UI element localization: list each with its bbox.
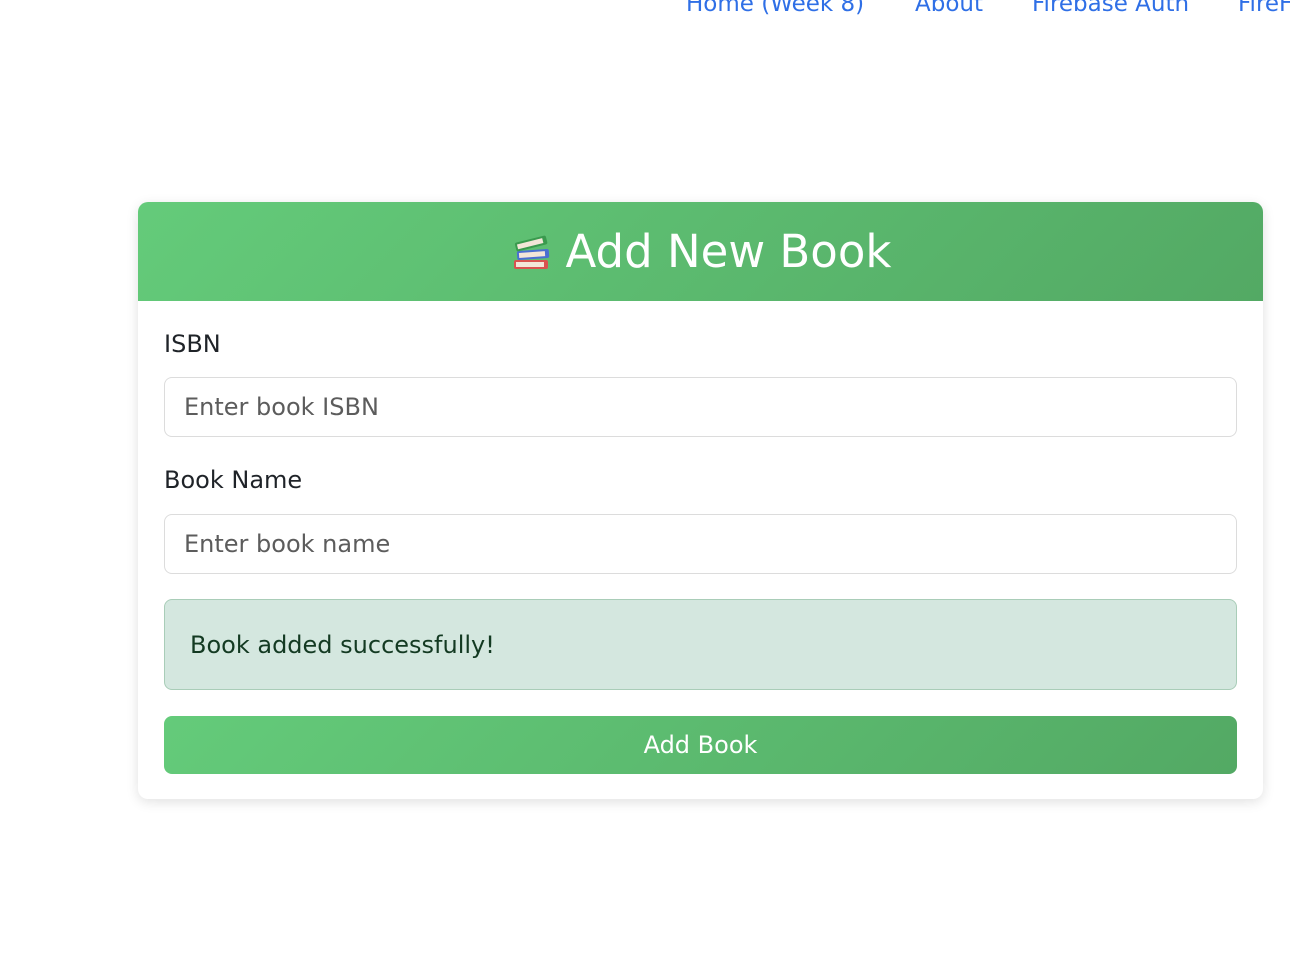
nav-link-firestore[interactable]: FireF bbox=[1238, 0, 1290, 17]
book-name-label: Book Name bbox=[164, 466, 303, 494]
success-alert: Book added successfully! bbox=[164, 599, 1237, 690]
nav-link-home[interactable]: Home (Week 8) bbox=[686, 0, 864, 17]
add-book-button[interactable]: Add Book bbox=[164, 716, 1237, 774]
book-name-input[interactable] bbox=[164, 514, 1237, 574]
add-book-card: Add New Book ISBN Book Name Book added s… bbox=[138, 202, 1263, 799]
top-nav: Home (Week 8) About Firebase Auth FireF bbox=[0, 0, 1290, 21]
nav-link-firebase-auth[interactable]: Firebase Auth bbox=[1032, 0, 1189, 17]
success-alert-text: Book added successfully! bbox=[190, 630, 495, 659]
books-icon bbox=[510, 230, 554, 274]
page-title: Add New Book bbox=[565, 225, 892, 278]
isbn-label: ISBN bbox=[164, 330, 221, 358]
isbn-input[interactable] bbox=[164, 377, 1237, 437]
card-header: Add New Book bbox=[138, 202, 1263, 301]
nav-link-about[interactable]: About bbox=[915, 0, 983, 17]
